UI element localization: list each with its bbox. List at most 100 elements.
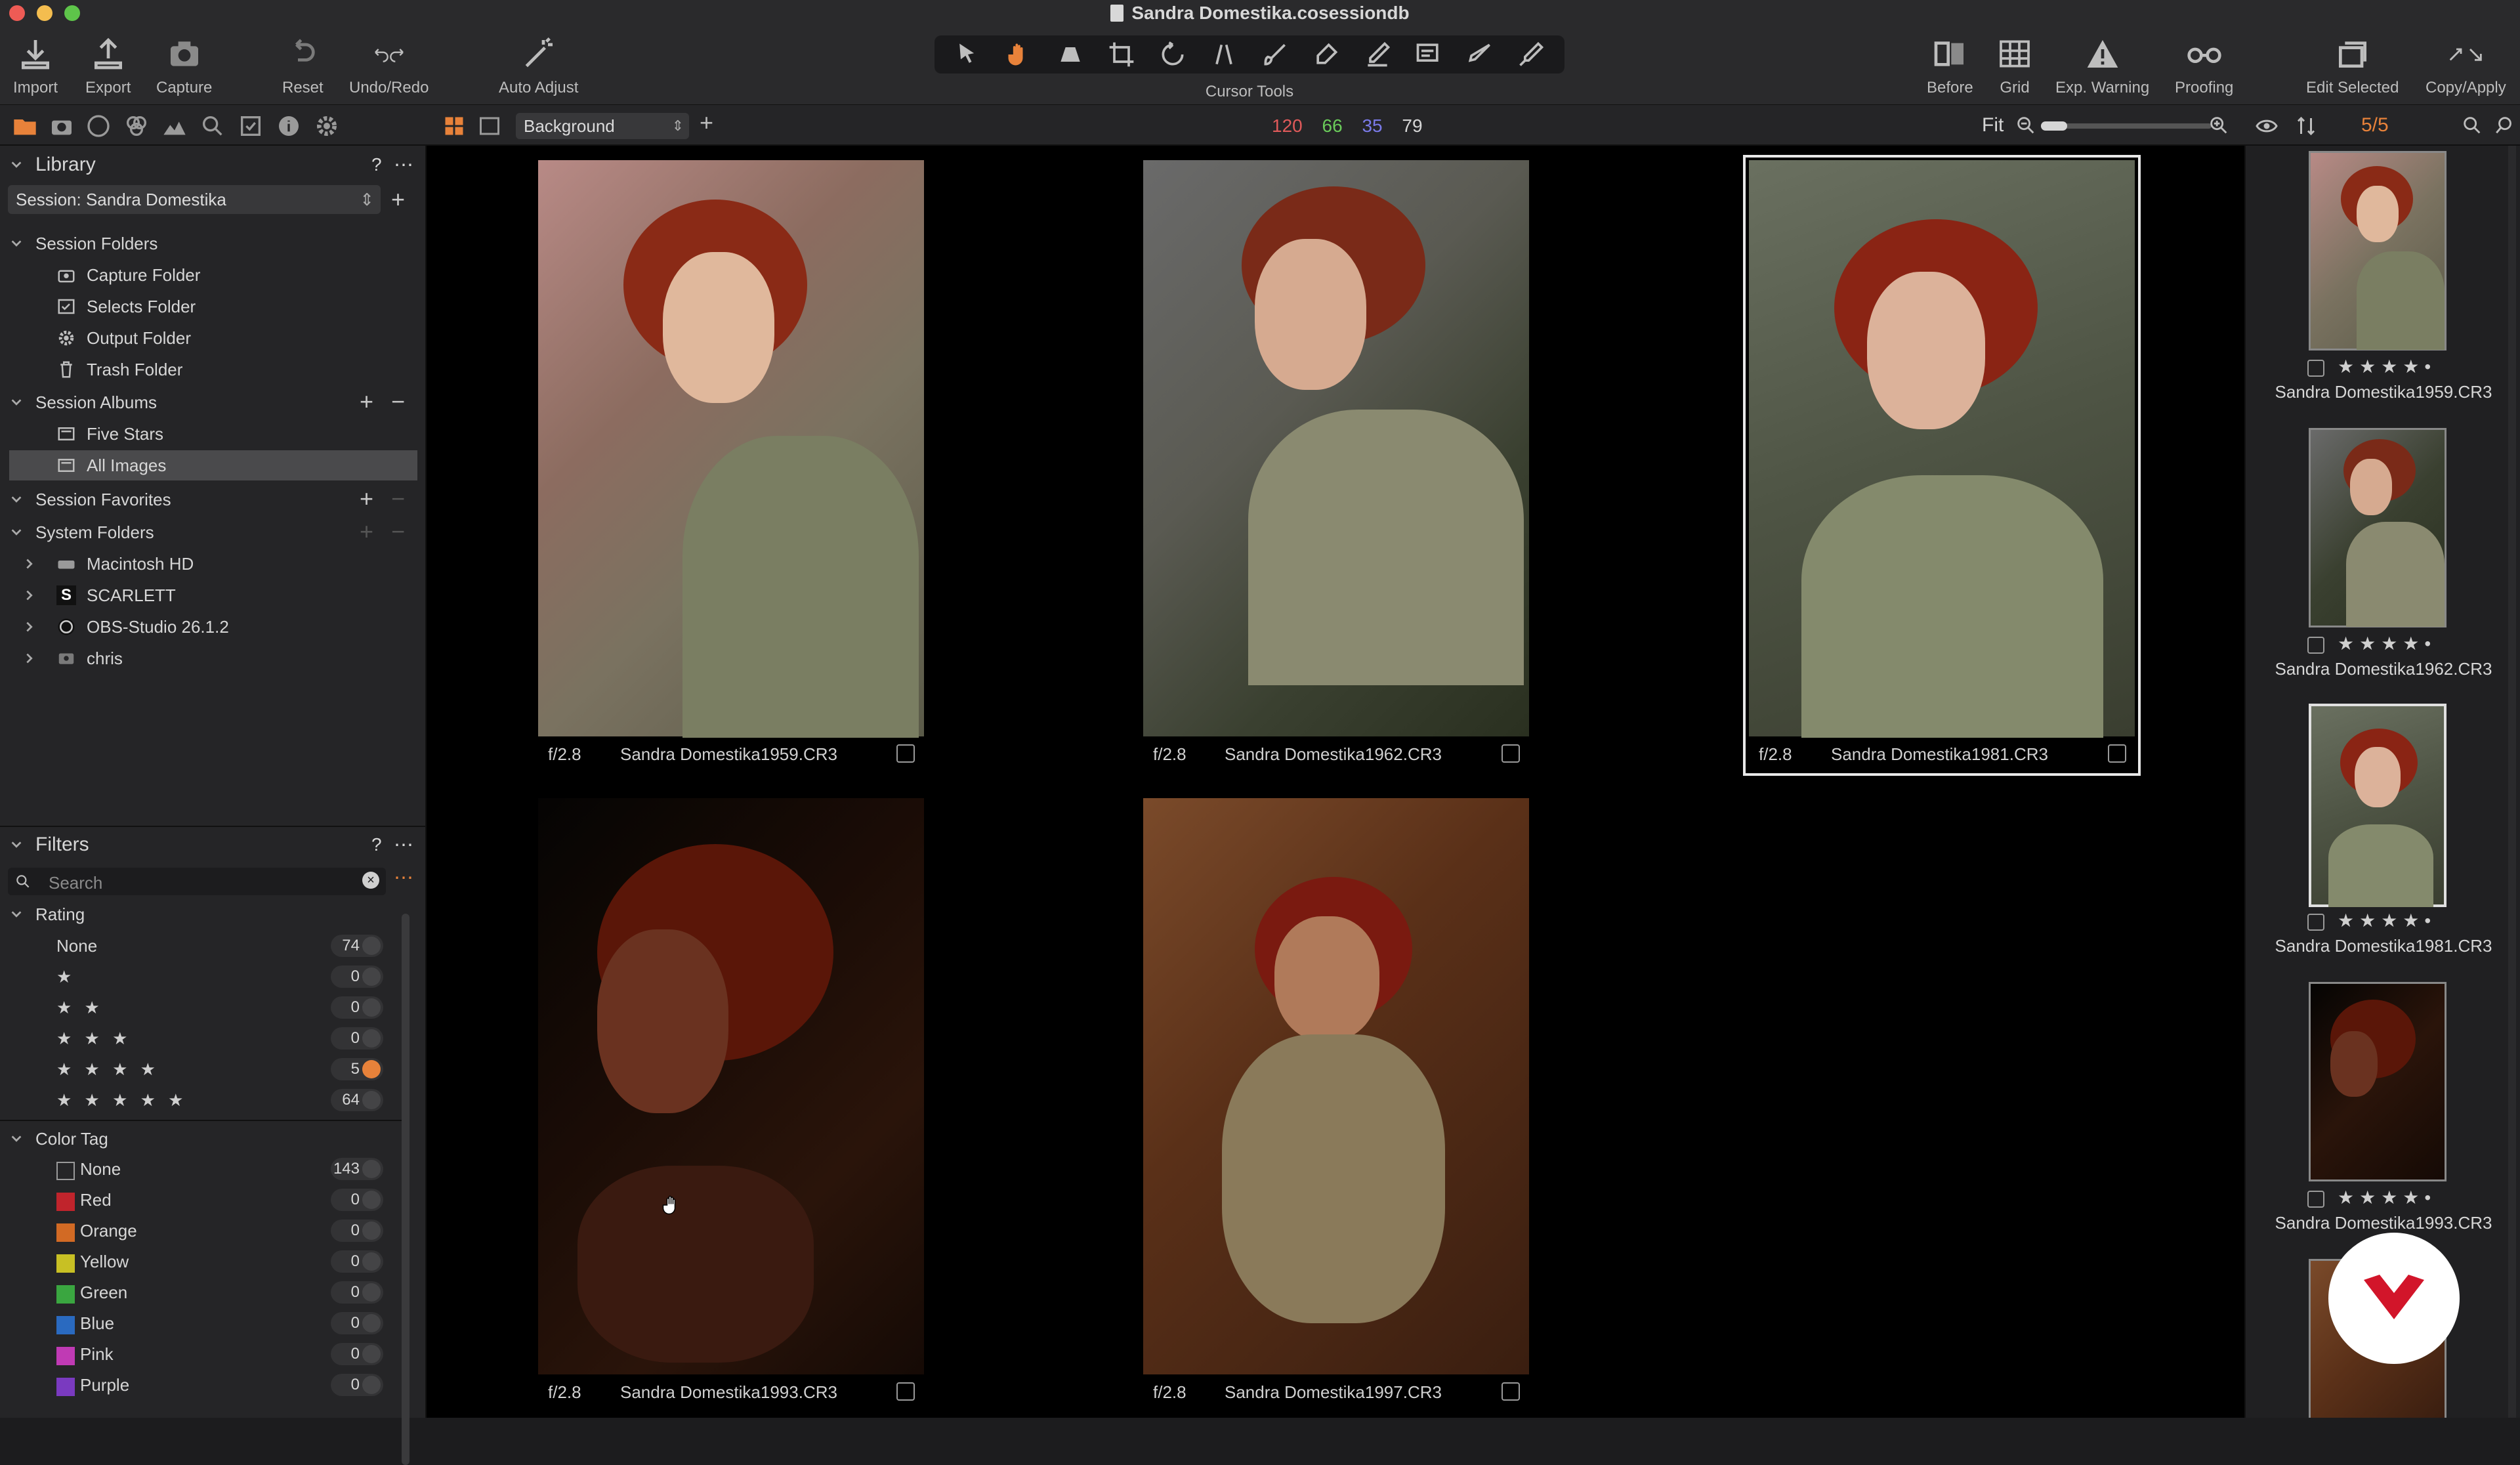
reset-button[interactable]: Reset xyxy=(282,35,324,97)
color-filter-yellow[interactable]: Yellow 0 xyxy=(0,1246,407,1277)
thumbnail-select-checkbox[interactable] xyxy=(2307,360,2324,377)
image-select-checkbox[interactable] xyxy=(1502,744,1520,763)
filter-toggle[interactable] xyxy=(362,1376,381,1394)
remove-favorite-icon[interactable]: − xyxy=(391,487,405,511)
add-album-icon[interactable]: + xyxy=(360,390,373,414)
search-icon[interactable] xyxy=(2461,114,2483,137)
filter-search-field[interactable]: Search × xyxy=(8,868,386,895)
color-filter-green[interactable]: Green 0 xyxy=(0,1277,407,1307)
image-select-checkbox[interactable] xyxy=(896,1382,915,1401)
album-item-five-stars[interactable]: Five Stars xyxy=(0,419,427,449)
image-select-checkbox[interactable] xyxy=(2108,744,2126,763)
zoom-in-icon[interactable] xyxy=(2208,114,2230,137)
zoom-fit-label[interactable]: Fit xyxy=(1982,114,2004,137)
filter-toggle[interactable] xyxy=(362,937,381,955)
capture-tab-icon[interactable] xyxy=(49,113,75,139)
browser-thumbnail[interactable] xyxy=(2309,428,2446,627)
filters-header[interactable]: Filters ? ⋯ xyxy=(0,830,427,860)
annotate-icon[interactable] xyxy=(1414,40,1443,69)
hand-icon[interactable] xyxy=(1005,40,1034,69)
chevron-right-icon[interactable] xyxy=(22,651,37,666)
image-thumbnail[interactable] xyxy=(538,798,924,1374)
exposure-tab-icon[interactable] xyxy=(161,113,188,139)
auto-adjust-button[interactable]: Auto Adjust xyxy=(499,35,578,97)
color-filter-blue[interactable]: Blue 0 xyxy=(0,1308,407,1338)
image-thumbnail-selected[interactable] xyxy=(1749,160,2135,738)
folder-tab-icon[interactable] xyxy=(12,113,38,139)
undo-redo-button[interactable]: Undo/Redo xyxy=(349,35,429,97)
eraser-icon[interactable] xyxy=(1312,40,1341,69)
color-filter-pink[interactable]: Pink 0 xyxy=(0,1339,407,1369)
browser-thumbnail[interactable] xyxy=(2309,982,2446,1181)
filters-scrollbar[interactable] xyxy=(402,914,410,1465)
rotate-icon[interactable] xyxy=(1158,40,1187,69)
system-item-chris[interactable]: chris xyxy=(0,643,427,673)
folder-item-selects[interactable]: Selects Folder xyxy=(0,291,427,322)
import-button[interactable]: Import xyxy=(13,35,58,97)
add-system-folder-icon[interactable]: + xyxy=(360,520,373,543)
session-folders-header[interactable]: Session Folders xyxy=(0,228,427,259)
library-help-button[interactable]: ? xyxy=(371,154,382,175)
crop-icon[interactable] xyxy=(1107,40,1136,69)
folder-item-capture[interactable]: Capture Folder xyxy=(0,260,427,290)
exposure-warning-button[interactable]: Exp. Warning xyxy=(2055,35,2149,97)
color-tab-icon[interactable] xyxy=(123,113,150,139)
metadata-tab-icon[interactable] xyxy=(276,113,302,139)
zoom-slider-handle[interactable] xyxy=(2041,121,2067,131)
minimize-window-button[interactable] xyxy=(37,5,52,21)
layer-select[interactable]: Background ⇕ xyxy=(516,113,689,139)
rating-filter-header[interactable]: Rating xyxy=(0,899,427,929)
filter-toggle-active[interactable] xyxy=(362,1060,381,1078)
before-button[interactable]: Before xyxy=(1927,35,1973,97)
sort-icon[interactable] xyxy=(2294,114,2318,138)
rating-filter-5-stars[interactable]: ★ ★ ★ ★ ★ 64 xyxy=(0,1085,407,1115)
image-select-checkbox[interactable] xyxy=(896,744,915,763)
zoom-slider[interactable] xyxy=(2041,121,2212,131)
edit-selected-button[interactable]: Edit Selected xyxy=(2306,35,2399,97)
color-filter-red[interactable]: Red 0 xyxy=(0,1185,407,1215)
add-favorite-icon[interactable]: + xyxy=(360,487,373,511)
lens-tab-icon[interactable] xyxy=(85,113,112,139)
rating-filter-none[interactable]: None 74 xyxy=(0,931,407,961)
image-thumbnail[interactable] xyxy=(538,160,924,738)
album-item-all-images[interactable]: All Images xyxy=(9,450,417,480)
thumbnail-select-checkbox[interactable] xyxy=(2307,637,2324,654)
color-tag-filter-header[interactable]: Color Tag xyxy=(0,1124,427,1154)
filter-options-icon[interactable]: ⋯ xyxy=(394,866,413,889)
brush-icon[interactable] xyxy=(1261,40,1290,69)
thumbnail-rating[interactable]: ★★★★• xyxy=(2338,910,2436,931)
pen-icon[interactable] xyxy=(1363,40,1392,69)
eye-icon[interactable] xyxy=(2255,114,2278,138)
details-tab-icon[interactable] xyxy=(200,113,226,139)
zoom-window-button[interactable] xyxy=(64,5,80,21)
color-filter-none[interactable]: None 143 xyxy=(0,1154,407,1184)
chevron-right-icon[interactable] xyxy=(22,557,37,571)
color-filter-purple[interactable]: Purple 0 xyxy=(0,1370,407,1400)
system-item-scarlett[interactable]: S SCARLETT xyxy=(0,580,427,610)
clear-search-icon[interactable]: × xyxy=(362,872,379,889)
filter-toggle[interactable] xyxy=(362,1283,381,1302)
folder-item-trash[interactable]: Trash Folder xyxy=(0,354,427,385)
chevron-right-icon[interactable] xyxy=(22,620,37,634)
single-view-icon[interactable] xyxy=(478,114,501,138)
rating-filter-4-stars[interactable]: ★ ★ ★ ★ 5 xyxy=(0,1054,407,1084)
add-session-icon[interactable]: + xyxy=(391,188,405,211)
select-cursor-icon[interactable] xyxy=(954,40,982,69)
filter-toggle[interactable] xyxy=(362,1191,381,1209)
keystone-icon[interactable] xyxy=(1209,40,1238,69)
browser-scrollbar[interactable] xyxy=(2508,146,2516,1418)
rating-filter-1-star[interactable]: ★ 0 xyxy=(0,962,407,992)
filter-toggle[interactable] xyxy=(362,1345,381,1363)
adjustments-tab-icon[interactable] xyxy=(238,113,264,139)
remove-system-folder-icon[interactable]: − xyxy=(391,520,405,543)
rating-filter-2-stars[interactable]: ★ ★ 0 xyxy=(0,992,407,1023)
thumbnail-rating[interactable]: ★★★★• xyxy=(2338,633,2436,654)
filter-toggle[interactable] xyxy=(362,1160,381,1178)
filter-toggle[interactable] xyxy=(362,1314,381,1332)
system-item-obs-studio[interactable]: OBS-Studio 26.1.2 xyxy=(0,612,427,642)
filter-toggle[interactable] xyxy=(362,998,381,1017)
session-select[interactable]: Session: Sandra Domestika ⇕ xyxy=(8,185,381,214)
grid-button[interactable]: Grid xyxy=(1996,35,2033,97)
image-thumbnail[interactable] xyxy=(1143,798,1529,1374)
filters-more-icon[interactable]: ⋯ xyxy=(394,834,413,857)
